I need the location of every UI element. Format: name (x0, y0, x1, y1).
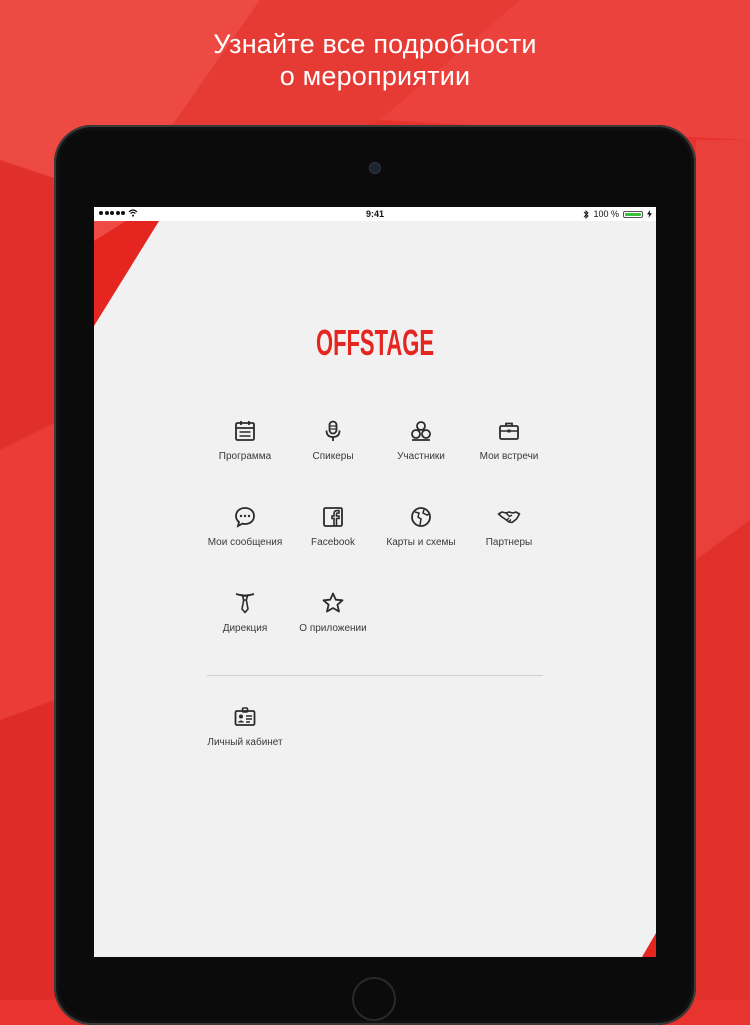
battery-percent: 100 % (593, 209, 619, 219)
front-camera (369, 162, 381, 174)
menu-item-label: Дирекция (222, 623, 268, 634)
menu-item-program[interactable]: Программа (201, 419, 289, 462)
main-menu: Программа Спикеры Участники Мои встречи … (201, 419, 553, 677)
menu-item-personal-account[interactable]: Личный кабинет (201, 705, 289, 748)
menu-item-label: Личный кабинет (207, 737, 283, 748)
battery-icon (623, 210, 643, 218)
menu-item-label: Мои сообщения (207, 537, 283, 548)
menu-item-partners[interactable]: Партнеры (465, 505, 553, 548)
logo-mark: OFFSTAGE (316, 322, 434, 363)
menu-item-label: О приложении (299, 623, 367, 634)
menu-item-label: Карты и схемы (386, 537, 456, 548)
menu-item-label: Программа (218, 451, 272, 462)
menu-row-1: Программа Спикеры Участники Мои встречи (201, 419, 553, 505)
tablet-frame: 9:41 100 % OFFSTAGE Программа Спикеры Уч… (54, 125, 696, 1025)
facebook-icon (323, 507, 343, 527)
menu-row-2: Мои сообщения Facebook Карты и схемы Пар… (201, 505, 553, 591)
menu-item-speakers[interactable]: Спикеры (289, 419, 377, 462)
participants-icon (411, 421, 431, 441)
home-button[interactable] (352, 977, 396, 1021)
menu-item-maps[interactable]: Карты и схемы (377, 505, 465, 548)
battery-fill (625, 212, 641, 216)
id-card-icon (234, 707, 256, 726)
status-time: 9:41 (365, 209, 384, 219)
star-icon (322, 592, 344, 613)
menu-item-participants[interactable]: Участники (377, 419, 465, 462)
offstage-logo: OFFSTAGE (94, 307, 656, 368)
tie-icon (235, 593, 255, 614)
globe-map-icon (411, 507, 431, 527)
charging-bolt-icon (647, 210, 652, 218)
microphone-icon (325, 420, 341, 441)
chat-bubble-icon (235, 507, 255, 528)
menu-divider (207, 675, 543, 676)
menu-row-3: Дирекция О приложении (201, 591, 553, 677)
calendar-icon (235, 421, 255, 441)
menu-item-label: Партнеры (485, 537, 533, 548)
handshake-icon (497, 511, 521, 524)
promo-headline-line-2: о мероприятии (279, 61, 471, 91)
menu-item-label: Участники (397, 451, 445, 462)
app-screen: 9:41 100 % OFFSTAGE Программа Спикеры Уч… (94, 207, 656, 957)
menu-item-facebook[interactable]: Facebook (289, 505, 377, 548)
bluetooth-icon (584, 209, 590, 219)
menu-item-my-messages[interactable]: Мои сообщения (201, 505, 289, 548)
promo-headline-line-1: Узнайте все подробности (213, 29, 537, 59)
promo-headline: Узнайте все подробности о мероприятии (0, 28, 750, 92)
corner-accent-bottom-right (642, 933, 656, 957)
status-bar: 9:41 100 % (94, 207, 656, 221)
logo-text: OFFSTAGE (316, 322, 434, 363)
menu-item-label: Facebook (311, 537, 355, 548)
menu-item-directorate[interactable]: Дирекция (201, 591, 289, 634)
menu-item-my-meetings[interactable]: Мои встречи (465, 419, 553, 462)
status-right: 100 % (583, 209, 652, 219)
menu-item-label: Спикеры (312, 451, 354, 462)
menu-item-label: Мои встречи (479, 451, 539, 462)
menu-item-about-app[interactable]: О приложении (289, 591, 377, 634)
briefcase-icon (499, 422, 519, 440)
